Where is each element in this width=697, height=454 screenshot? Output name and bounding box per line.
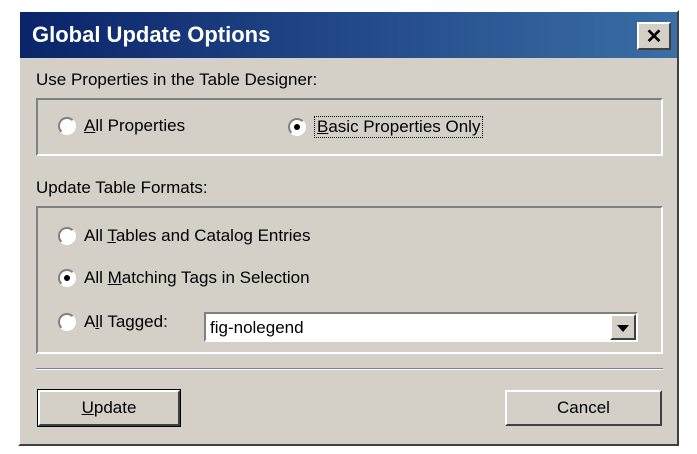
window-title: Global Update Options [32, 22, 271, 47]
close-icon: ✕ [645, 25, 663, 48]
radio-icon [58, 117, 76, 135]
radio-basic-properties-only[interactable]: Basic Properties Only [288, 116, 484, 138]
radio-selected-icon [288, 118, 306, 136]
title-bar[interactable]: Global Update Options ✕ [20, 12, 677, 58]
radio-label: Basic Properties Only [314, 116, 484, 138]
radio-all-tagged[interactable]: All Tagged: [58, 312, 168, 332]
radio-label: All Tagged: [84, 312, 168, 331]
radio-all-matching-tags-in-selection[interactable]: All Matching Tags in Selection [58, 268, 310, 288]
divider [36, 368, 663, 370]
formats-section-label: Update Table Formats: [36, 178, 208, 197]
cancel-button[interactable]: Cancel [505, 390, 662, 426]
radio-selected-icon [58, 269, 76, 287]
radio-icon [58, 313, 76, 331]
properties-group: All Properties Basic Properties Only [36, 98, 663, 156]
radio-all-tables-and-catalog-entries[interactable]: All Tables and Catalog Entries [58, 226, 311, 246]
radio-label: All Tables and Catalog Entries [84, 226, 311, 245]
update-button-label: Update [81, 398, 137, 417]
tag-select[interactable]: fig-nolegend [204, 312, 638, 342]
tag-select-value: fig-nolegend [210, 318, 304, 337]
update-button[interactable]: Update [37, 389, 181, 427]
radio-label: All Properties [84, 116, 186, 135]
global-update-options-dialog: Global Update Options ✕ Use Properties i… [18, 10, 679, 446]
cancel-button-label: Cancel [557, 398, 610, 417]
chevron-down-icon[interactable] [610, 314, 636, 340]
properties-section-label: Use Properties in the Table Designer: [36, 70, 318, 89]
radio-icon [58, 227, 76, 245]
close-button[interactable]: ✕ [637, 22, 671, 50]
radio-all-properties[interactable]: All Properties [58, 116, 185, 136]
radio-label: All Matching Tags in Selection [84, 268, 310, 287]
